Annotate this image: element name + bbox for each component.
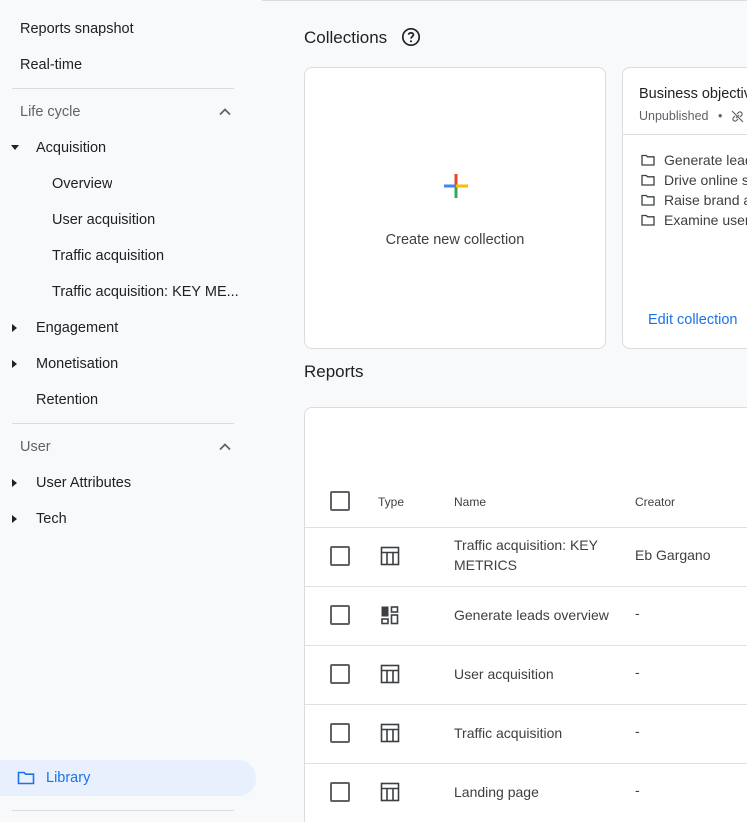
row-checkbox[interactable] <box>330 605 350 625</box>
create-collection-card[interactable]: Create new collection <box>304 67 606 349</box>
section-label: User <box>20 439 51 455</box>
nav-user-attributes[interactable]: User Attributes <box>0 465 250 501</box>
collection-title: Business objectiv <box>639 86 747 102</box>
table-icon <box>380 664 400 684</box>
nav-label: Traffic acquisition: KEY ME... <box>52 284 239 300</box>
divider <box>12 423 234 424</box>
section-life-cycle[interactable]: Life cycle <box>0 94 250 130</box>
report-creator: - <box>635 605 640 621</box>
column-header-creator[interactable]: Creator <box>635 495 675 509</box>
caret-right-icon <box>10 359 20 369</box>
nav-reports-snapshot[interactable]: Reports snapshot <box>0 11 250 47</box>
row-divider <box>305 645 747 646</box>
nav-monetisation[interactable]: Monetisation <box>0 346 250 382</box>
nav-traffic-acquisition-key-metrics[interactable]: Traffic acquisition: KEY ME... <box>0 274 250 310</box>
divider <box>12 88 234 89</box>
report-name-link[interactable]: Generate leads overview <box>454 605 629 625</box>
select-all-checkbox[interactable] <box>330 491 350 511</box>
row-divider <box>305 527 747 528</box>
dashboard-icon <box>381 606 399 625</box>
report-creator: Eb Gargano <box>635 547 711 563</box>
objective-label: Raise brand a <box>664 192 747 208</box>
row-checkbox[interactable] <box>330 723 350 743</box>
nav-label: User acquisition <box>52 212 156 228</box>
nav-overview[interactable]: Overview <box>0 166 250 202</box>
business-objectives-card[interactable]: Business objectiv Unpublished • Generate… <box>622 67 747 349</box>
nav-label: Reports snapshot <box>20 21 134 37</box>
folder-icon <box>641 174 655 186</box>
collections-title: Collections <box>304 28 388 47</box>
column-header-name[interactable]: Name <box>454 495 486 509</box>
divider <box>623 134 747 135</box>
nav-real-time[interactable]: Real-time <box>0 47 250 83</box>
objective-item: Generate lead <box>641 152 747 168</box>
folder-icon <box>641 214 655 226</box>
nav-retention[interactable]: Retention <box>0 382 250 418</box>
nav-label: Traffic acquisition <box>52 248 165 264</box>
table-icon <box>380 723 400 743</box>
nav-tech[interactable]: Tech <box>0 501 250 537</box>
chevron-up-icon[interactable] <box>217 439 233 455</box>
row-checkbox[interactable] <box>330 782 350 802</box>
report-creator: - <box>635 723 640 739</box>
status-separator: • <box>717 109 723 123</box>
reports-title: Reports <box>304 362 364 381</box>
edit-collection-link[interactable]: Edit collection <box>648 312 737 328</box>
nav-label: Acquisition <box>36 140 107 156</box>
nav-label: Monetisation <box>36 356 119 372</box>
nav-library[interactable]: Library <box>0 760 256 796</box>
caret-right-icon <box>10 478 20 488</box>
objective-label: Examine user <box>664 212 747 228</box>
objective-item: Examine user <box>641 212 747 228</box>
collection-status: Unpublished • <box>639 109 722 123</box>
caret-down-icon <box>10 143 20 153</box>
column-header-type[interactable]: Type <box>378 495 404 509</box>
nav-engagement[interactable]: Engagement <box>0 310 250 346</box>
report-creator: - <box>635 782 640 798</box>
row-checkbox[interactable] <box>330 546 350 566</box>
help-icon[interactable] <box>401 27 421 47</box>
nav-label: Real-time <box>20 57 83 73</box>
nav-label: Retention <box>36 392 99 408</box>
table-icon <box>380 546 400 566</box>
nav-acquisition[interactable]: Acquisition <box>0 130 250 166</box>
section-user[interactable]: User <box>0 429 250 465</box>
nav-traffic-acquisition[interactable]: Traffic acquisition <box>0 238 250 274</box>
caret-right-icon <box>10 514 20 524</box>
objective-item: Raise brand a <box>641 192 747 208</box>
row-divider <box>305 763 747 764</box>
section-label: Life cycle <box>20 104 81 120</box>
nav-label: Overview <box>52 176 113 192</box>
chevron-up-icon[interactable] <box>217 104 233 120</box>
folder-icon <box>641 154 655 166</box>
report-name-link[interactable]: User acquisition <box>454 664 624 684</box>
nav-label: Engagement <box>36 320 119 336</box>
unpublished-link-icon <box>731 110 744 123</box>
folder-icon <box>17 771 35 785</box>
top-border <box>262 0 747 1</box>
plus-icon <box>444 174 468 198</box>
row-divider <box>305 704 747 705</box>
objective-label: Generate lead <box>664 152 747 168</box>
report-creator: - <box>635 664 640 680</box>
status-text: Unpublished <box>639 109 709 123</box>
nav-label: Library <box>46 770 91 786</box>
report-name-link[interactable]: Traffic acquisition <box>454 723 624 743</box>
nav-label: Tech <box>36 511 67 527</box>
nav-label: User Attributes <box>36 475 132 491</box>
folder-icon <box>641 194 655 206</box>
divider <box>12 810 234 811</box>
nav-user-acquisition[interactable]: User acquisition <box>0 202 250 238</box>
caret-right-icon <box>10 323 20 333</box>
report-name-link[interactable]: Landing page <box>454 782 624 802</box>
report-name-link[interactable]: Traffic acquisition: KEY METRICS <box>454 535 624 575</box>
objective-label: Drive online s <box>664 172 747 188</box>
table-icon <box>380 782 400 802</box>
objective-item: Drive online s <box>641 172 747 188</box>
create-collection-label: Create new collection <box>385 232 525 248</box>
row-checkbox[interactable] <box>330 664 350 684</box>
row-divider <box>305 586 747 587</box>
reports-table: Type Name Creator Traffic acquisition: K… <box>304 407 747 822</box>
sidebar: Reports snapshot Real-time Life cycle Ac… <box>0 0 262 822</box>
